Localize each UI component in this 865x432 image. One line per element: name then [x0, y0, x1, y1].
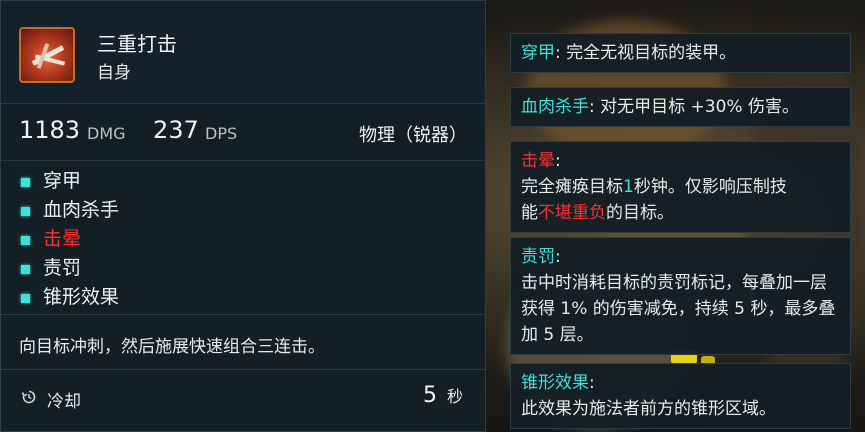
- damage-type: 物理（锐器）: [359, 125, 467, 146]
- ability-target: 自身: [97, 63, 131, 83]
- dps-unit: DPS: [205, 124, 238, 143]
- divider: [1, 314, 485, 315]
- tooltip-title: 血肉杀手: [521, 97, 589, 117]
- tooltip-armor-piercing: 穿甲: 完全无视目标的装甲。: [510, 33, 851, 73]
- ability-panel: 三重打击 自身 1183 DMG 237 DPS 物理（锐器） 穿甲 血肉杀手 …: [0, 0, 486, 432]
- tooltip-text: 完全瘫痪目标: [521, 177, 623, 197]
- tag-label: 锥形效果: [43, 286, 120, 308]
- tag-punish[interactable]: 责罚: [19, 254, 119, 283]
- bullet-icon: [21, 265, 30, 274]
- tooltip-text: 能: [521, 203, 538, 223]
- triple-strike-icon: [19, 27, 75, 83]
- tag-label: 责罚: [43, 257, 82, 279]
- bullet-icon: [21, 207, 30, 216]
- dps-value: 237: [153, 116, 199, 144]
- tooltip-text: 秒钟。仅影响压制技: [633, 177, 787, 197]
- damage-value: 1183: [19, 116, 81, 144]
- tag-label: 击晕: [43, 228, 82, 250]
- bullet-icon: [21, 178, 30, 187]
- cooldown-label: 冷却: [47, 392, 81, 412]
- overwhelmed-keyword: 不堪重负: [538, 203, 606, 223]
- tooltip-title: 责罚: [521, 247, 555, 267]
- cooldown-icon: [21, 390, 36, 404]
- ability-header: 三重打击 自身: [1, 1, 485, 104]
- tooltip-cone-effect: 锥形效果: 此效果为施法者前方的锥形区域。: [510, 363, 851, 429]
- ability-description: 向目标冲刺，然后施展快速组合三连击。: [19, 337, 325, 357]
- tooltip-title: 锥形效果: [521, 373, 589, 393]
- tag-label: 穿甲: [43, 170, 82, 192]
- tooltip-text: 完全无视目标的装甲。: [560, 43, 737, 63]
- tooltip-text: 此效果为施法者前方的锥形区域。: [521, 399, 776, 419]
- tooltip-stun: 击晕: 完全瘫痪目标1秒钟。仅影响压制技 能不堪重负的目标。: [510, 141, 851, 233]
- ability-tags: 穿甲 血肉杀手 击晕 责罚 锥形效果: [19, 167, 119, 312]
- cooldown-unit: 秒: [446, 387, 463, 406]
- tooltip-text: 对无甲目标 +30% 伤害。: [594, 97, 799, 117]
- damage-unit: DMG: [87, 124, 126, 143]
- cooldown-value: 5秒: [423, 383, 463, 408]
- ability-name: 三重打击: [97, 32, 177, 56]
- tooltip-sep: :: [555, 151, 561, 171]
- tooltip-flesh-slayer: 血肉杀手: 对无甲目标 +30% 伤害。: [510, 87, 851, 127]
- tag-armor-piercing[interactable]: 穿甲: [19, 167, 119, 196]
- tooltip-title: 击晕: [521, 151, 555, 171]
- tooltip-punish: 责罚: 击中时消耗目标的责罚标记，每叠加一层获得 1% 的伤害减免，持续 5 秒…: [510, 237, 851, 355]
- tooltip-text: 的目标。: [606, 203, 674, 223]
- tooltip-title: 穿甲: [521, 43, 555, 63]
- tooltip-sep: :: [589, 373, 595, 393]
- cooldown-number: 5: [422, 383, 437, 408]
- tooltip-sep: :: [555, 247, 561, 267]
- tag-cone-effect[interactable]: 锥形效果: [19, 283, 119, 312]
- tag-flesh-slayer[interactable]: 血肉杀手: [19, 196, 119, 225]
- tag-label: 血肉杀手: [43, 199, 120, 221]
- divider: [1, 369, 485, 370]
- bullet-icon: [21, 294, 30, 303]
- ability-stats: 1183 DMG 237 DPS 物理（锐器）: [1, 104, 485, 161]
- tag-stun[interactable]: 击晕: [19, 225, 119, 254]
- stun-duration-number: 1: [623, 177, 634, 197]
- bullet-icon: [21, 236, 30, 245]
- tooltip-text: 击中时消耗目标的责罚标记，每叠加一层获得 1% 的伤害减免，持续 5 秒，最多叠…: [521, 273, 836, 345]
